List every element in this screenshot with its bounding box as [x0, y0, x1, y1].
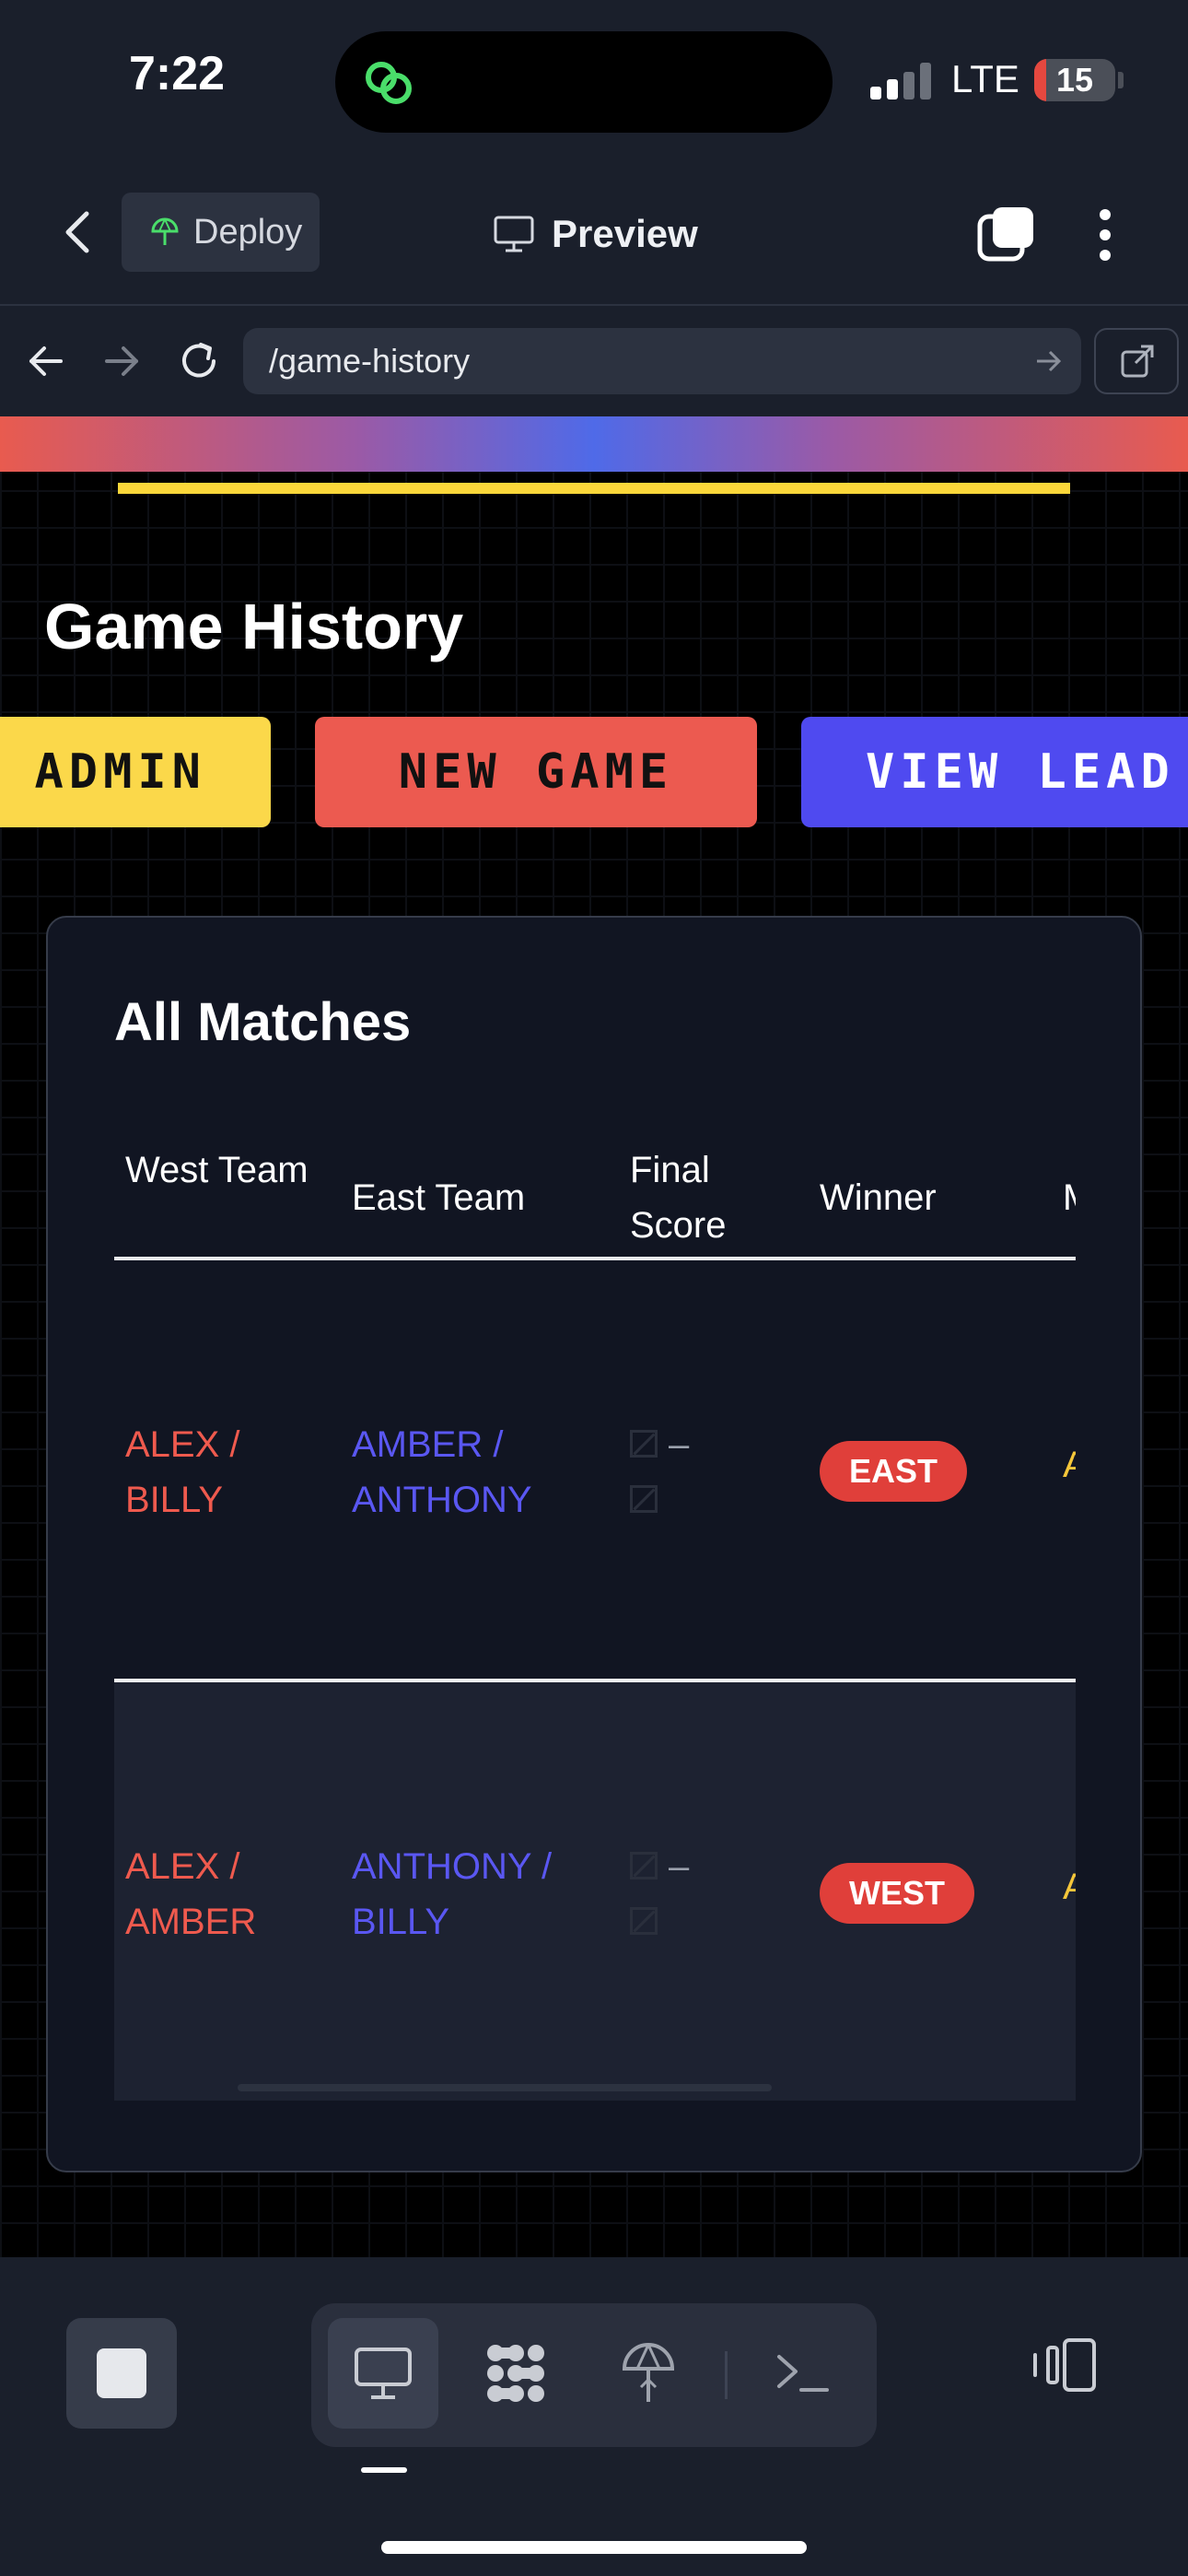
header-extra: M: [1063, 1170, 1076, 1225]
winner-badge: EAST: [820, 1441, 968, 1502]
monitor-icon: [494, 216, 534, 252]
matches-card: All Matches West Team East Team Final Sc…: [46, 916, 1142, 2172]
broken-image-icon: [630, 1907, 658, 1935]
modules-tool-button[interactable]: [460, 2318, 571, 2429]
table-row[interactable]: ALEX / AMBER ANTHONY / BILLY – WEST A: [114, 1682, 1076, 2101]
arrow-forward-icon[interactable]: [96, 335, 147, 387]
arrow-back-icon[interactable]: [20, 335, 72, 387]
accent-divider: [118, 483, 1070, 494]
deploy-icon: [622, 2343, 675, 2402]
gradient-banner: [0, 416, 1188, 472]
battery-level: 15: [1055, 61, 1094, 99]
matches-table[interactable]: West Team East Team Final Score Winner M…: [114, 1120, 1076, 2101]
east-team-cell: AMBER / ANTHONY: [352, 1424, 532, 1520]
score-separator: –: [669, 1846, 690, 1887]
header-winner: Winner: [820, 1177, 937, 1218]
east-team-cell: ANTHONY / BILLY: [352, 1846, 553, 1942]
deploy-label: Deploy: [193, 212, 303, 252]
header-west-team: West Team: [125, 1150, 309, 1190]
west-team-cell: ALEX / BILLY: [125, 1424, 240, 1520]
reload-icon[interactable]: [173, 335, 225, 387]
header-east-team: East Team: [352, 1177, 526, 1218]
page-content: Game History ADMIN NEW GAME VIEW LEAD Al…: [0, 416, 1188, 2257]
header-final-score: Final Score: [630, 1150, 727, 1246]
signal-icon: [870, 63, 931, 100]
table-header: West Team East Team Final Score Winner M: [114, 1120, 1076, 1260]
horizontal-scrollbar[interactable]: [238, 2084, 772, 2091]
terminal-icon: [777, 2355, 829, 2392]
new-game-button[interactable]: NEW GAME: [315, 717, 757, 827]
table-row[interactable]: ALEX / BILLY AMBER / ANTHONY – EAST A: [114, 1260, 1076, 1682]
page-title: Game History: [44, 591, 464, 662]
terminal-tool-button[interactable]: [748, 2318, 858, 2429]
battery-icon: 15: [1034, 59, 1115, 101]
admin-button[interactable]: ADMIN: [0, 717, 271, 827]
url-text: /game-history: [269, 342, 471, 380]
extra-cell: A: [1063, 1867, 1076, 1908]
app-header: Deploy Preview: [0, 161, 1188, 306]
stop-button[interactable]: [66, 2318, 177, 2429]
url-field[interactable]: /game-history: [243, 328, 1081, 394]
back-chevron-icon[interactable]: [55, 205, 101, 260]
modules-icon: [487, 2345, 544, 2402]
tool-group: [311, 2303, 877, 2447]
status-bar: 7:22 LTE 15: [0, 0, 1188, 161]
deploy-button[interactable]: Deploy: [122, 193, 320, 272]
external-link-icon: [1121, 345, 1154, 378]
broken-image-icon: [630, 1430, 658, 1458]
battery-tip: [1118, 72, 1124, 88]
toolbar-separator: [725, 2351, 728, 2399]
active-tab-indicator: [361, 2467, 407, 2473]
view-leaderboard-button[interactable]: VIEW LEAD: [801, 717, 1188, 827]
west-team-cell: ALEX / AMBER: [125, 1846, 257, 1942]
home-indicator: [381, 2541, 807, 2554]
more-options-icon[interactable]: [1089, 207, 1121, 263]
deploy-tool-button[interactable]: [593, 2318, 704, 2429]
winner-badge: WEST: [820, 1863, 974, 1924]
tabs-icon[interactable]: [976, 204, 1037, 264]
final-score-cell: –: [630, 1839, 713, 1935]
preview-tool-button[interactable]: [328, 2318, 438, 2429]
network-type: LTE: [951, 57, 1019, 100]
link-chain-icon: [366, 62, 412, 104]
preview-tab[interactable]: Preview: [493, 202, 698, 266]
bottom-toolbar: [0, 2257, 1188, 2576]
score-separator: –: [669, 1424, 690, 1465]
go-arrow-icon[interactable]: [1031, 345, 1065, 378]
open-external-button[interactable]: [1094, 328, 1179, 394]
monitor-icon: [355, 2348, 412, 2399]
status-time: 7:22: [129, 47, 226, 100]
final-score-cell: –: [630, 1417, 713, 1513]
broken-image-icon: [630, 1485, 658, 1513]
device-toggle-icon[interactable]: [1031, 2336, 1100, 2394]
browser-bar: /game-history: [0, 306, 1188, 416]
deploy-icon: [151, 217, 179, 245]
preview-label: Preview: [552, 212, 698, 255]
dynamic-island: [335, 31, 833, 133]
broken-image-icon: [630, 1852, 658, 1879]
card-title: All Matches: [114, 992, 412, 1052]
extra-cell: A: [1063, 1445, 1076, 1486]
